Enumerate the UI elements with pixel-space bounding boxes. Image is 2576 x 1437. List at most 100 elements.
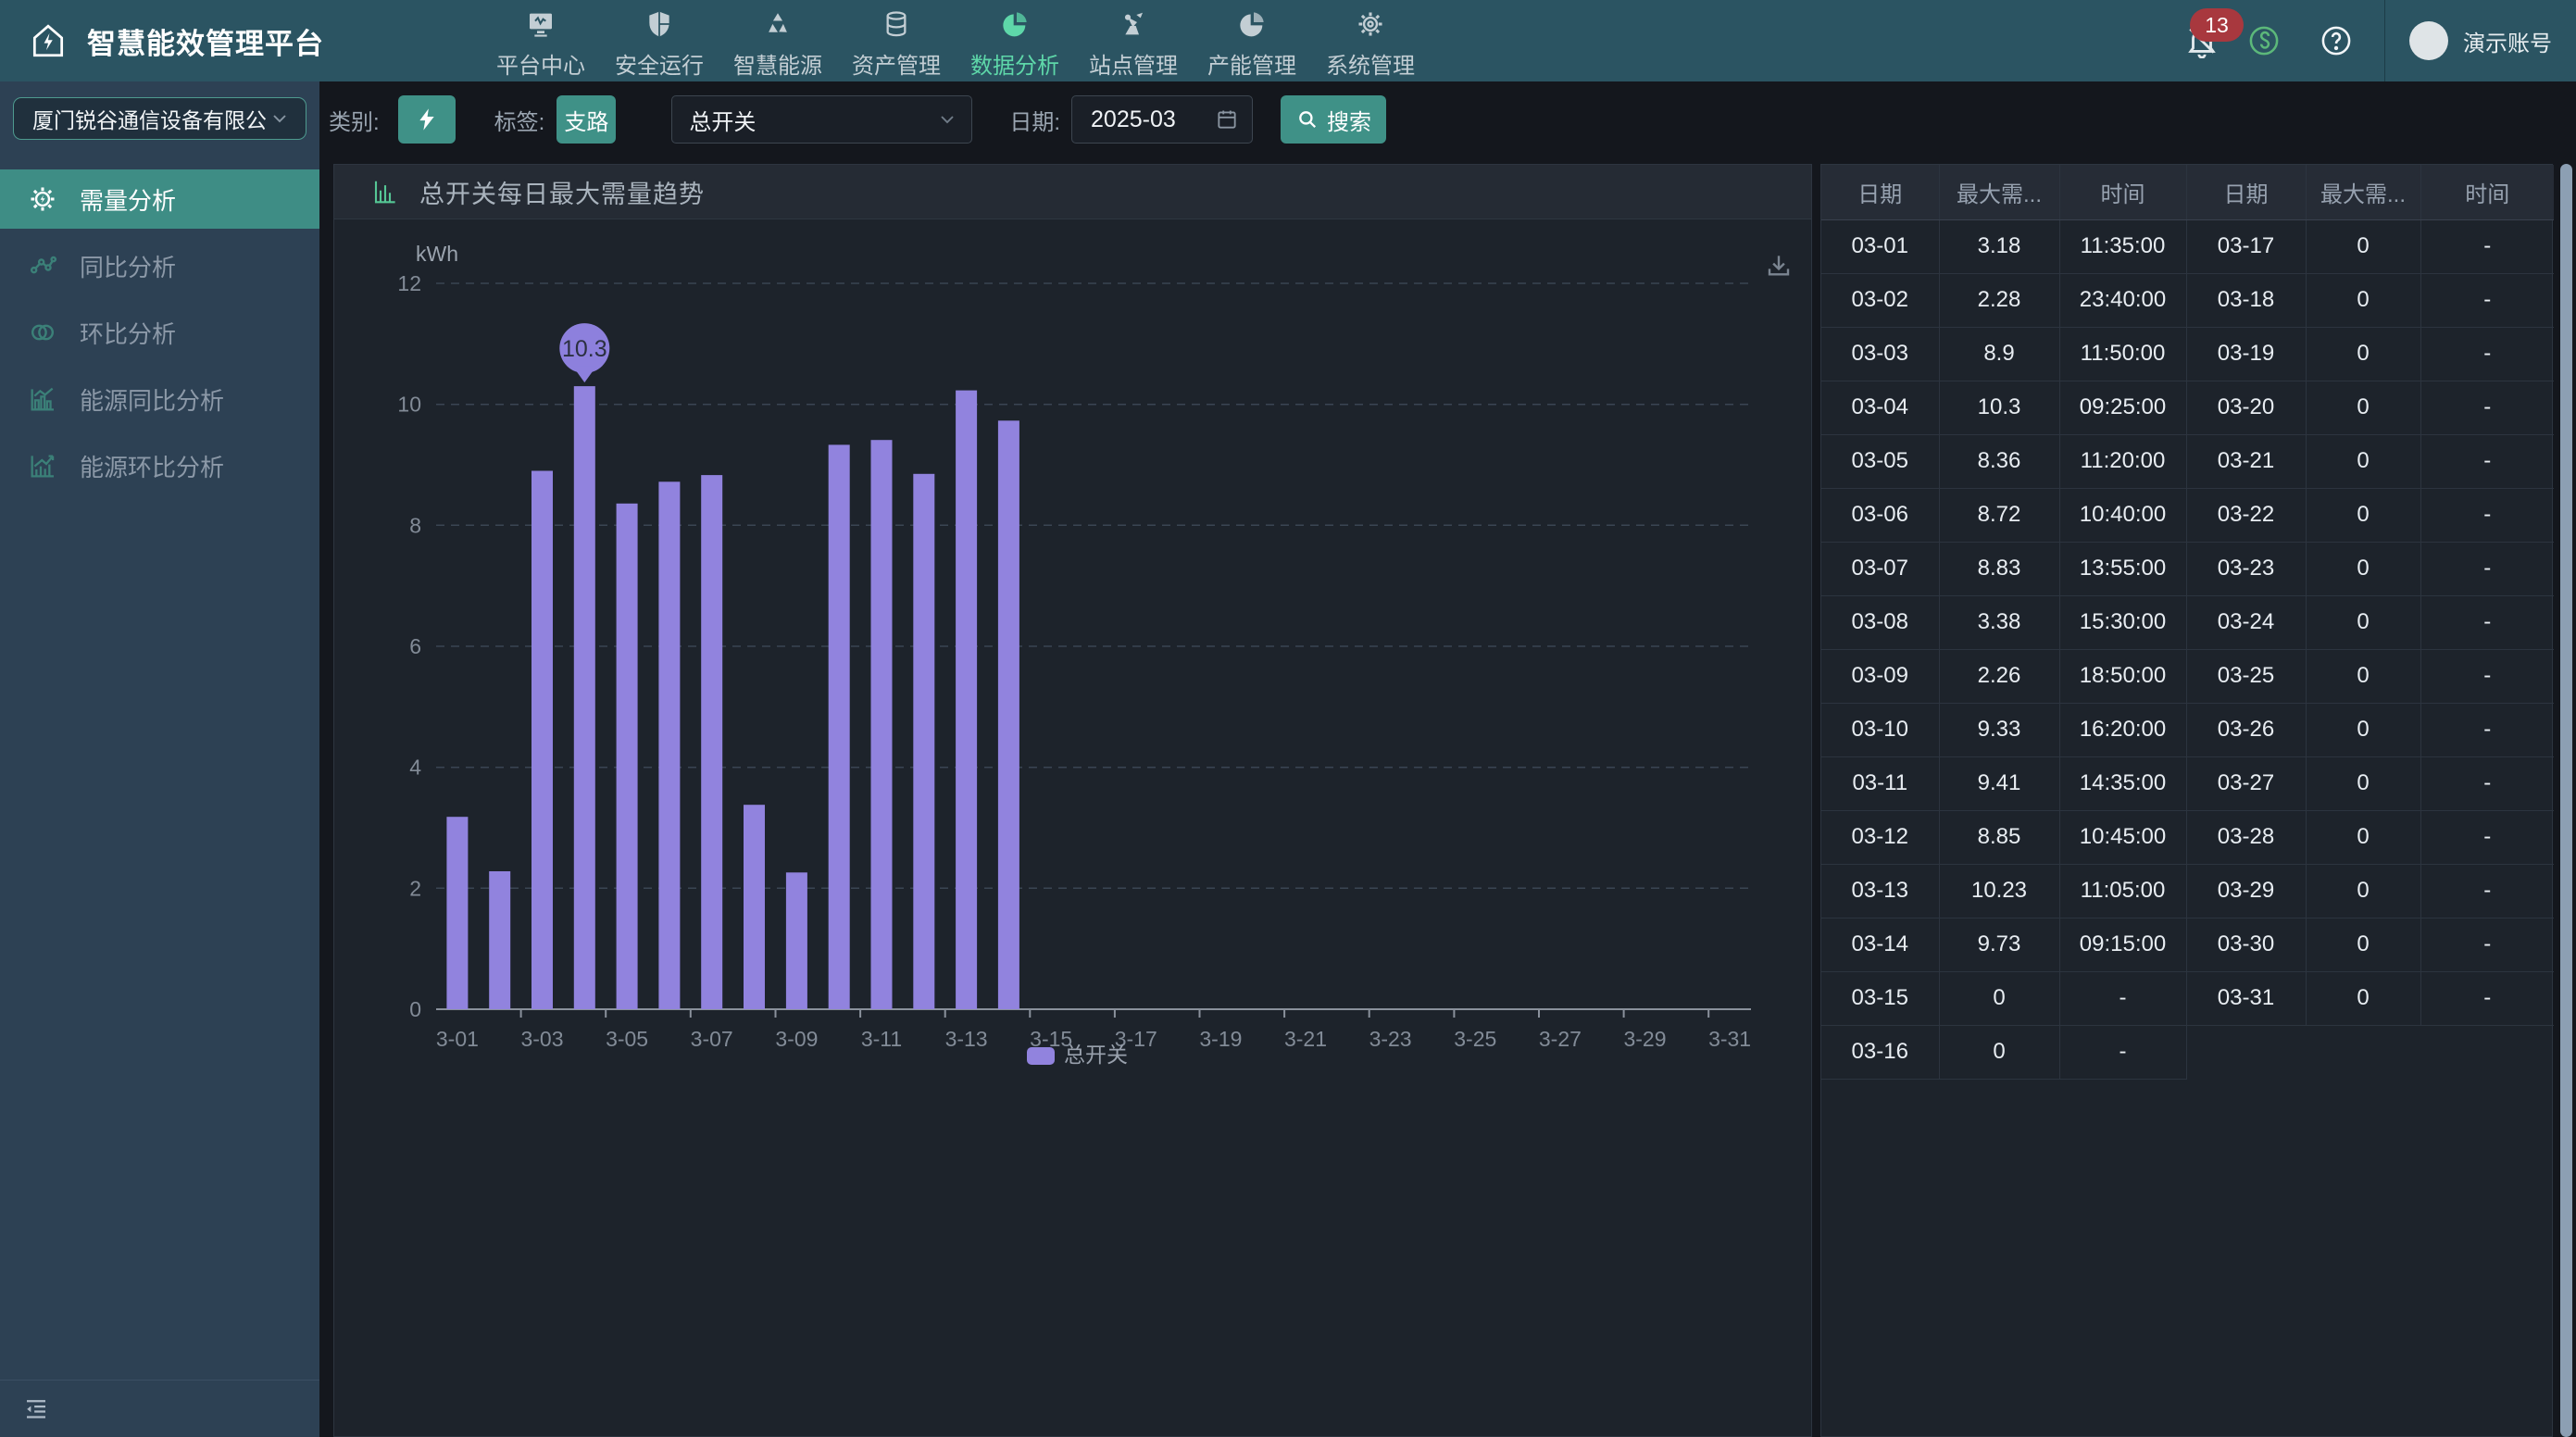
search-button[interactable]: 搜索 — [1281, 95, 1386, 144]
table-cell — [2420, 1025, 2554, 1079]
svg-text:3-27: 3-27 — [1539, 1027, 1582, 1051]
chart-bar[interactable] — [617, 504, 638, 1009]
chart-bar[interactable] — [446, 817, 468, 1009]
pie-chart2-icon — [1237, 9, 1267, 39]
table-cell: 15:30:00 — [2059, 595, 2186, 649]
notifications-button[interactable]: 13 — [2184, 23, 2220, 58]
table-cell: 03-19 — [2186, 327, 2306, 381]
chart-bar[interactable] — [574, 386, 595, 1009]
chart-bar[interactable] — [998, 420, 1019, 1009]
account-name[interactable]: 演示账号 — [2463, 25, 2552, 57]
table-cell: 03-09 — [1821, 649, 1939, 703]
chart-bar[interactable] — [829, 444, 850, 1009]
collapse-sidebar-icon[interactable] — [22, 1395, 50, 1423]
chart-bar[interactable] — [786, 872, 807, 1009]
table-cell: 0 — [2306, 327, 2420, 381]
table-cell: 0 — [2306, 542, 2420, 595]
avatar[interactable] — [2409, 21, 2448, 60]
chevron-down-icon — [936, 108, 958, 131]
sidebar-item-需量分析[interactable]: 需量分析 — [0, 169, 319, 229]
table-cell: - — [2420, 434, 2554, 488]
nav-item-安全运行[interactable]: 安全运行 — [600, 2, 719, 80]
table-row: 03-119.4114:35:0003-270- — [1821, 756, 2554, 810]
demand-data-table: 日期最大需...时间日期最大需...时间 03-013.1811:35:0003… — [1821, 165, 2554, 1080]
table-cell: 3.18 — [1939, 219, 2059, 273]
content-area: 类别: 标签: 支路 总开关 日期: 2025-03 搜索 总开关每日最大需量趋… — [319, 81, 2576, 1437]
svg-text:10.3: 10.3 — [562, 336, 607, 362]
svg-text:3-01: 3-01 — [436, 1027, 479, 1051]
table-cell: 10:40:00 — [2059, 488, 2186, 542]
nav-item-资产管理[interactable]: 资产管理 — [837, 2, 956, 80]
table-cell: 10.3 — [1939, 381, 2059, 434]
date-picker[interactable]: 2025-03 — [1071, 95, 1253, 144]
chart-bar[interactable] — [871, 440, 893, 1009]
vertical-scrollbar[interactable] — [2560, 164, 2572, 1437]
table-cell: 03-06 — [1821, 488, 1939, 542]
table-cell: 03-26 — [2186, 703, 2306, 756]
chart-bar[interactable] — [531, 471, 553, 1010]
sidebar-item-环比分析[interactable]: 环比分析 — [0, 303, 319, 362]
nav-item-系统管理[interactable]: 系统管理 — [1311, 2, 1430, 80]
category-label: 类别: — [329, 104, 380, 136]
chart-bar[interactable] — [489, 871, 510, 1009]
nav-item-数据分析[interactable]: 数据分析 — [956, 2, 1074, 80]
table-cell: 09:25:00 — [2059, 381, 2186, 434]
bar-chart-title-icon — [371, 178, 399, 206]
chart-bar[interactable] — [744, 805, 765, 1009]
coins-icon — [882, 9, 911, 39]
table-row: 03-038.911:50:0003-190- — [1821, 327, 2554, 381]
nav-item-平台中心[interactable]: 平台中心 — [481, 2, 600, 80]
svg-text:3-11: 3-11 — [861, 1027, 902, 1051]
header-divider — [2384, 0, 2385, 81]
table-cell: - — [2420, 381, 2554, 434]
category-electric-button[interactable] — [398, 95, 456, 144]
demand-table-panel: 日期最大需...时间日期最大需...时间 03-013.1811:35:0003… — [1820, 164, 2553, 1437]
lightning-icon — [414, 106, 440, 132]
chart-bar[interactable] — [913, 474, 934, 1009]
link-circle-icon[interactable] — [2247, 24, 2281, 57]
chart-bar[interactable] — [701, 475, 722, 1009]
table-cell: - — [2420, 810, 2554, 864]
chart-bar[interactable] — [658, 481, 680, 1009]
svg-text:6: 6 — [409, 634, 421, 658]
house-bolt-logo-icon — [28, 20, 69, 61]
table-row: 03-0410.309:25:0003-200- — [1821, 381, 2554, 434]
table-cell: 03-22 — [2186, 488, 2306, 542]
table-cell: 9.41 — [1939, 756, 2059, 810]
company-select[interactable]: 厦门锐谷通信设备有限公司 — [13, 97, 306, 140]
chart-bar[interactable] — [956, 391, 977, 1009]
table-column-header: 时间 — [2059, 165, 2186, 219]
nav-item-智慧能源[interactable]: 智慧能源 — [719, 2, 837, 80]
pie-chart-icon — [1000, 9, 1030, 39]
help-icon[interactable] — [2320, 24, 2353, 57]
breaker-select[interactable]: 总开关 — [671, 95, 972, 144]
sidebar-item-能源环比分析[interactable]: 能源环比分析 — [0, 436, 319, 495]
table-cell: 0 — [2306, 595, 2420, 649]
table-cell: 0 — [2306, 971, 2420, 1025]
table-cell: 11:05:00 — [2059, 864, 2186, 918]
table-cell: 0 — [2306, 810, 2420, 864]
table-cell: 9.73 — [1939, 918, 2059, 971]
table-cell: 9.33 — [1939, 703, 2059, 756]
monitor-icon — [526, 9, 556, 39]
nav-item-产能管理[interactable]: 产能管理 — [1193, 2, 1311, 80]
svg-text:3-25: 3-25 — [1454, 1027, 1496, 1051]
chart-canvas[interactable]: 0246810123-013-033-053-073-093-113-133-1… — [334, 219, 1811, 1436]
shield-icon — [644, 9, 674, 39]
sidebar-item-同比分析[interactable]: 同比分析 — [0, 236, 319, 295]
brand: 智慧能效管理平台 — [0, 20, 481, 62]
table-cell: 2.26 — [1939, 649, 2059, 703]
table-row: 03-128.8510:45:0003-280- — [1821, 810, 2554, 864]
sidebar-item-label: 能源同比分析 — [80, 382, 224, 417]
sidebar-item-能源同比分析[interactable]: 能源同比分析 — [0, 369, 319, 429]
table-cell: 0 — [2306, 381, 2420, 434]
table-column-header: 日期 — [2186, 165, 2306, 219]
table-cell: 8.9 — [1939, 327, 2059, 381]
nav-item-站点管理[interactable]: 站点管理 — [1074, 2, 1193, 80]
sidebar-item-label: 同比分析 — [80, 249, 176, 283]
nav-item-label: 智慧能源 — [733, 47, 822, 80]
table-cell: 8.36 — [1939, 434, 2059, 488]
nav-item-label: 系统管理 — [1326, 47, 1415, 80]
gear-lightning-icon — [28, 184, 57, 214]
tag-branch-button[interactable]: 支路 — [556, 95, 616, 144]
